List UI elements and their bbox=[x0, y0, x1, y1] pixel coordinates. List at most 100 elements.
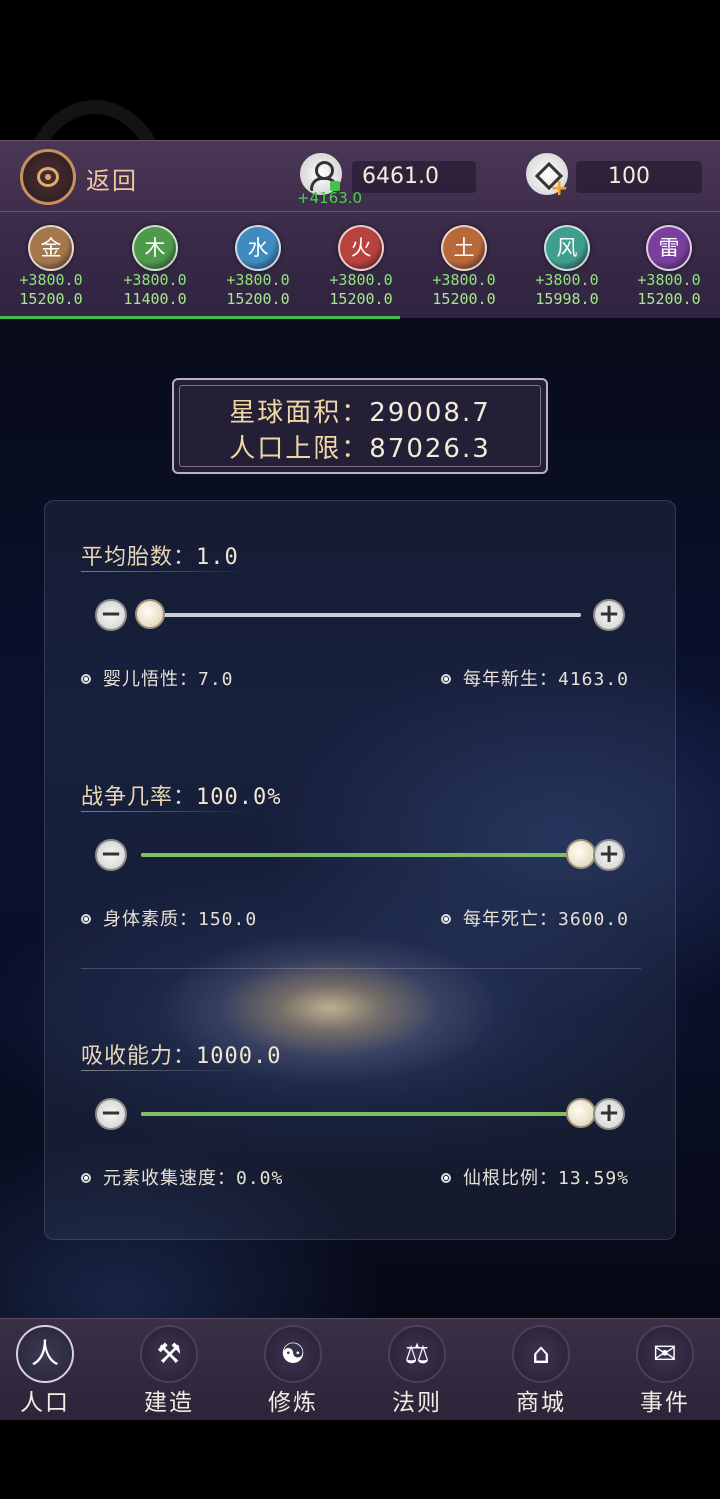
shop-icon: ⌂ bbox=[512, 1325, 570, 1383]
nav-label: 商城 bbox=[516, 1390, 566, 1416]
meditate-icon: ☯ bbox=[264, 1325, 322, 1383]
slider-fill bbox=[141, 853, 581, 857]
element-total: 15200.0 bbox=[226, 290, 290, 308]
slider-value: 1.0 bbox=[196, 545, 239, 570]
nav-label: 修炼 bbox=[268, 1390, 318, 1416]
element-gain: +3800.0 bbox=[637, 271, 701, 289]
element-total: 15200.0 bbox=[432, 290, 496, 308]
nav-item[interactable]: ☯ 修炼 bbox=[248, 1325, 338, 1417]
stat-left: 身体素质：150.0 bbox=[81, 905, 257, 931]
stat-value: 7.0 bbox=[198, 669, 234, 690]
population-gain: +4163.0 bbox=[297, 189, 363, 207]
element-orb-icon: 木 bbox=[132, 225, 178, 271]
law-icon-glyph: ⚖ bbox=[404, 1337, 430, 1370]
increase-button[interactable]: + bbox=[593, 839, 625, 871]
slider-label: 平均胎数： bbox=[81, 545, 197, 570]
population-limit-row: 人口上限：87026.3 bbox=[174, 428, 546, 465]
increase-button[interactable]: + bbox=[593, 1098, 625, 1130]
slider-track[interactable] bbox=[134, 599, 581, 629]
element-orb-icon: 土 bbox=[441, 225, 487, 271]
decrease-button[interactable]: − bbox=[95, 599, 127, 631]
stat-value: 4163.0 bbox=[558, 669, 630, 690]
title-underline bbox=[81, 571, 251, 572]
build-icon: ⚒ bbox=[140, 1325, 198, 1383]
element-item[interactable]: 火 +3800.0 15200.0 bbox=[313, 225, 409, 309]
element-gain: +3800.0 bbox=[19, 271, 83, 289]
slider-track[interactable] bbox=[141, 839, 596, 869]
title-underline bbox=[81, 1070, 251, 1071]
nav-label: 建造 bbox=[144, 1390, 194, 1416]
increase-button[interactable]: + bbox=[593, 599, 625, 631]
stat-value: 13.59% bbox=[558, 1168, 630, 1189]
nav-item[interactable]: ⚒ 建造 bbox=[124, 1325, 214, 1417]
element-orb-icon: 雷 bbox=[646, 225, 692, 271]
bullet-icon bbox=[441, 1173, 451, 1183]
nav-item[interactable]: ⚖ 法则 bbox=[372, 1325, 462, 1417]
element-orb-icon: 火 bbox=[338, 225, 384, 271]
element-item[interactable]: 木 +3800.0 11400.0 bbox=[107, 225, 203, 309]
slider-thumb[interactable] bbox=[566, 1098, 596, 1128]
element-total: 15200.0 bbox=[637, 290, 701, 308]
stat-right: 仙根比例：13.59% bbox=[441, 1164, 629, 1190]
stat-label: 仙根比例： bbox=[463, 1168, 558, 1189]
element-orb-icon: 风 bbox=[544, 225, 590, 271]
element-gain: +3800.0 bbox=[432, 271, 496, 289]
nav-item[interactable]: 人人口 bbox=[0, 1325, 90, 1417]
event-icon: ✉ bbox=[636, 1325, 694, 1383]
element-total: 11400.0 bbox=[123, 290, 187, 308]
add-gem-icon[interactable]: + bbox=[550, 178, 570, 200]
population-value: 6461.0 bbox=[352, 161, 476, 193]
nav-item[interactable]: ⌂ 商城 bbox=[496, 1325, 586, 1417]
stat-label: 元素收集速度： bbox=[103, 1168, 236, 1189]
decrease-button[interactable]: − bbox=[95, 1098, 127, 1130]
slider-label: 吸收能力： bbox=[81, 1044, 197, 1069]
slider-track[interactable] bbox=[141, 1098, 596, 1128]
element-item[interactable]: 风 +3800.0 15998.0 bbox=[519, 225, 615, 309]
element-total: 15998.0 bbox=[535, 290, 599, 308]
slider-fill bbox=[141, 1112, 581, 1116]
population-limit-label: 人口上限： bbox=[229, 434, 370, 464]
bullet-icon bbox=[441, 674, 451, 684]
slider-thumb[interactable] bbox=[566, 839, 596, 869]
element-item[interactable]: 雷 +3800.0 15200.0 bbox=[621, 225, 717, 309]
back-label[interactable]: 返回 bbox=[86, 161, 138, 196]
planet-area-row: 星球面积：29008.7 bbox=[174, 392, 546, 429]
stat-value: 150.0 bbox=[198, 909, 258, 930]
stat-value: 3600.0 bbox=[558, 909, 630, 930]
stat-left: 元素收集速度：0.0% bbox=[81, 1164, 283, 1190]
slider-title: 战争几率：100.0% bbox=[81, 779, 282, 811]
element-gain: +3800.0 bbox=[329, 271, 393, 289]
slider-value: 1000.0 bbox=[196, 1044, 282, 1069]
element-progress-bar bbox=[0, 316, 400, 319]
nav-label: 法则 bbox=[392, 1390, 442, 1416]
element-gain: +3800.0 bbox=[226, 271, 290, 289]
element-total: 15200.0 bbox=[329, 290, 393, 308]
meditate-icon-glyph: ☯ bbox=[280, 1337, 306, 1370]
slider-thumb[interactable] bbox=[134, 599, 165, 629]
element-gain: +3800.0 bbox=[535, 271, 599, 289]
decrease-button[interactable]: − bbox=[95, 839, 127, 871]
bottom-nav: 人人口 ⚒ 建造 ☯ 修炼 ⚖ 法则 ⌂ 商城 ✉ 事件 bbox=[0, 1318, 720, 1420]
nav-label: 人口 bbox=[20, 1390, 70, 1416]
title-underline bbox=[81, 811, 251, 812]
back-icon bbox=[37, 167, 59, 187]
slider-title: 平均胎数：1.0 bbox=[81, 539, 239, 571]
bullet-icon bbox=[441, 914, 451, 924]
element-orb-icon: 金 bbox=[28, 225, 74, 271]
nav-item[interactable]: ✉ 事件 bbox=[620, 1325, 710, 1417]
planet-area-value: 29008.7 bbox=[369, 398, 491, 428]
stat-right: 每年死亡：3600.0 bbox=[441, 905, 629, 931]
element-item[interactable]: 金 +3800.0 15200.0 bbox=[3, 225, 99, 309]
stat-value: 0.0% bbox=[236, 1168, 284, 1189]
back-button[interactable] bbox=[20, 149, 76, 205]
slider-value: 100.0% bbox=[196, 785, 282, 810]
element-item[interactable]: 土 +3800.0 15200.0 bbox=[416, 225, 512, 309]
element-gain: +3800.0 bbox=[123, 271, 187, 289]
event-icon-glyph: ✉ bbox=[653, 1337, 677, 1370]
slider-title: 吸收能力：1000.0 bbox=[81, 1038, 282, 1070]
slider-label: 战争几率： bbox=[81, 785, 197, 810]
element-item[interactable]: 水 +3800.0 15200.0 bbox=[210, 225, 306, 309]
bullet-icon bbox=[81, 1173, 91, 1183]
bullet-icon bbox=[81, 674, 91, 684]
app-screen: 返回 6461.0 +4163.0 + 100 金 +3800.0 15200.0 木… bbox=[0, 0, 720, 1499]
